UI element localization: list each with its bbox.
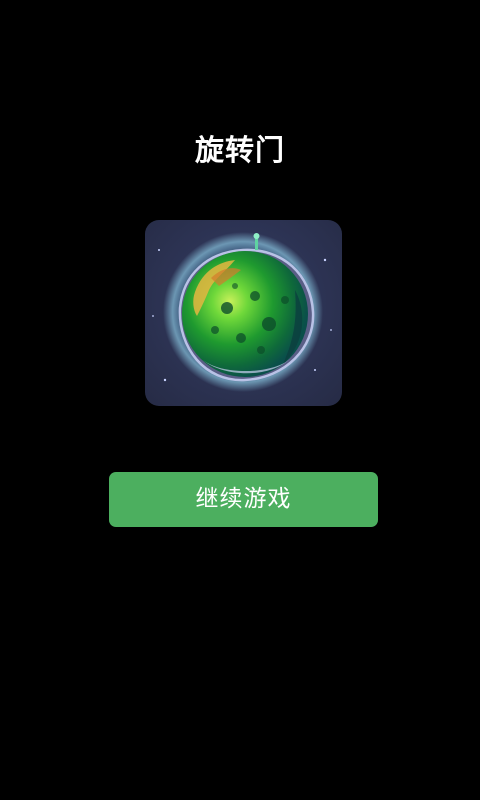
game-title: 旋转门	[194, 133, 285, 167]
continue-game-button[interactable]: 继续游戏	[109, 472, 378, 527]
game-icon-card	[145, 220, 342, 406]
main-screen: 旋转门 继续游戏	[0, 0, 480, 800]
green-planet-icon	[152, 232, 332, 392]
